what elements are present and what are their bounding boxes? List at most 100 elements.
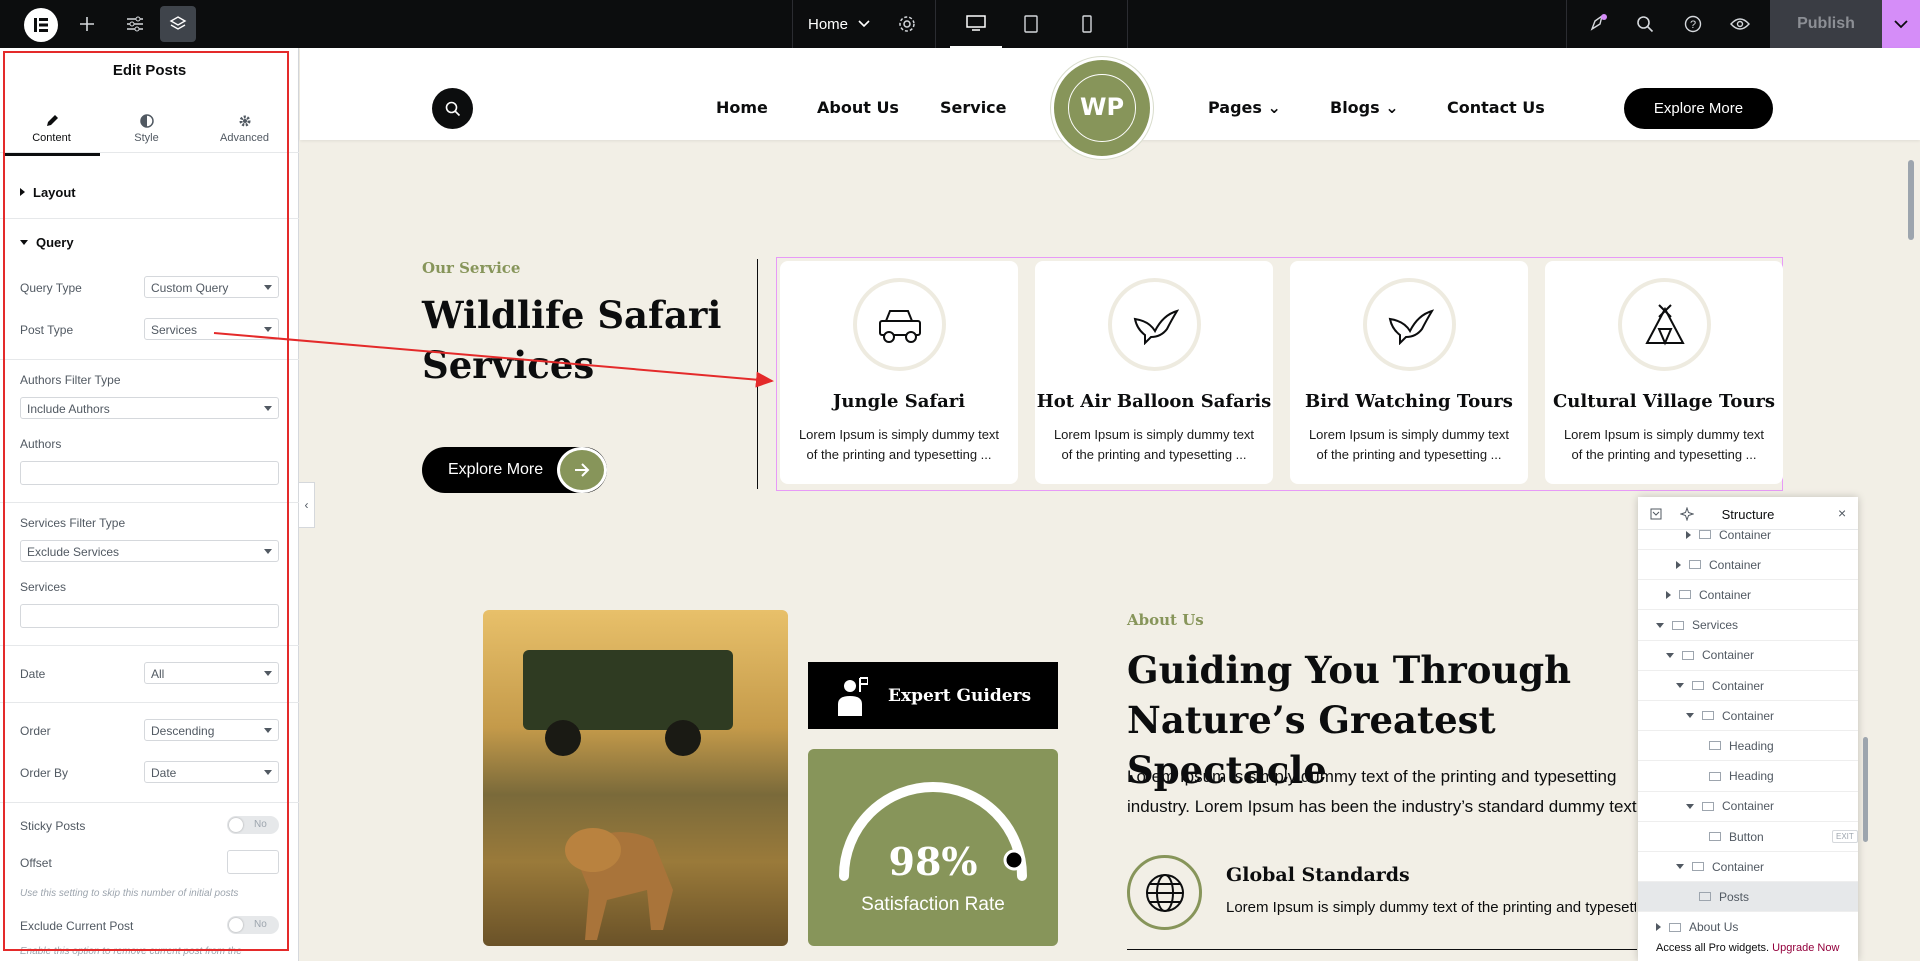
structure-item-container[interactable]: Container	[1638, 530, 1858, 550]
add-element-icon[interactable]	[72, 0, 102, 48]
publish-options-chevron-icon[interactable]	[1882, 0, 1920, 48]
structure-item-heading[interactable]: Heading	[1638, 762, 1858, 792]
help-icon[interactable]: ?	[1678, 0, 1708, 48]
tablet-device-icon[interactable]	[1006, 0, 1056, 48]
tab-content-label: Content	[32, 132, 71, 144]
exclude-current-post-toggle[interactable]: No	[227, 916, 279, 934]
posts-icon	[1699, 892, 1711, 902]
nav-contact[interactable]: Contact Us	[1447, 98, 1545, 117]
feature-description: Lorem Ipsum is simply dummy text of the …	[1226, 899, 1636, 916]
caret-down-icon	[1676, 864, 1684, 870]
nav-about[interactable]: About Us	[817, 98, 899, 117]
services-input[interactable]	[20, 604, 279, 628]
notifications-rocket-icon[interactable]	[1582, 0, 1612, 48]
elementor-logo-icon[interactable]	[24, 8, 58, 42]
post-type-select[interactable]: Services	[144, 318, 279, 340]
section-query[interactable]: Query	[20, 235, 74, 250]
service-card[interactable]: Bird Watching Tours Lorem Ipsum is simpl…	[1290, 261, 1528, 484]
caret-right-icon	[1686, 530, 1691, 539]
pencil-icon	[3, 106, 100, 128]
globe-icon	[1127, 855, 1202, 930]
desktop-device-icon[interactable]	[950, 0, 1002, 48]
site-search-icon[interactable]	[432, 88, 473, 129]
tab-advanced-label: Advanced	[220, 132, 269, 144]
caret-down-icon	[1656, 622, 1664, 628]
structure-item-posts[interactable]: Posts	[1638, 882, 1858, 913]
structure-item-label: Container	[1702, 648, 1755, 663]
structure-item-about-us[interactable]: About Us	[1638, 913, 1858, 935]
structure-item-container[interactable]: Container	[1638, 671, 1858, 701]
about-description: Lorem Ipsum is simply dummy text of the …	[1127, 767, 1637, 816]
structure-item-container[interactable]: Container	[1638, 701, 1858, 732]
bird-icon	[1363, 278, 1456, 371]
page-selector[interactable]: Home	[808, 0, 878, 48]
nav-pages[interactable]: Pages ⌄	[1208, 98, 1281, 117]
authors-input[interactable]	[20, 461, 279, 485]
gear-icon	[196, 106, 293, 128]
service-card[interactable]: Hot Air Balloon Safaris Lorem Ipsum is s…	[1035, 261, 1273, 484]
preview-eye-icon[interactable]	[1725, 0, 1755, 48]
structure-scrollbar[interactable]	[1863, 737, 1868, 842]
nav-service[interactable]: Service	[940, 98, 1007, 117]
structure-header: Structure ×	[1638, 497, 1858, 530]
edit-panel: Edit Posts Content Style Advanced Layout…	[0, 48, 299, 961]
nav-explore-button[interactable]: Explore More	[1624, 88, 1773, 129]
structure-item-heading[interactable]: Heading	[1638, 731, 1858, 762]
order-select[interactable]: Descending	[144, 719, 279, 741]
structure-item-container[interactable]: Container	[1638, 792, 1858, 822]
structure-item-container[interactable]: Container	[1638, 580, 1858, 611]
date-label: Date	[20, 667, 46, 681]
tab-advanced[interactable]: Advanced	[196, 106, 293, 156]
mobile-device-icon[interactable]	[1062, 0, 1112, 48]
site-settings-icon[interactable]	[120, 0, 150, 48]
collapse-panel-chevron-icon[interactable]: ‹	[299, 482, 315, 528]
close-icon[interactable]: ×	[1838, 505, 1846, 521]
upgrade-now-link[interactable]: Upgrade Now	[1772, 942, 1839, 954]
service-card[interactable]: Cultural Village Tours Lorem Ipsum is si…	[1545, 261, 1783, 484]
structure-panel: Structure × Container Container Container S…	[1638, 497, 1868, 961]
svg-text:?: ?	[1690, 19, 1696, 31]
section-layout[interactable]: Layout	[20, 185, 76, 200]
service-card-title: Bird Watching Tours	[1305, 391, 1513, 412]
query-type-select[interactable]: Custom Query	[144, 276, 279, 298]
arrow-right-icon[interactable]	[557, 447, 607, 493]
chevron-down-icon: ⌄	[1385, 98, 1399, 117]
publish-button[interactable]: Publish	[1770, 0, 1882, 48]
structure-title: Structure	[1721, 507, 1775, 522]
structure-item-button[interactable]: Button EXIT	[1638, 822, 1858, 852]
caret-down-icon	[1676, 683, 1684, 688]
authors-filter-type-select[interactable]: Include Authors	[20, 397, 279, 419]
nav-home[interactable]: Home	[716, 98, 768, 117]
structure-layers-icon[interactable]	[160, 6, 196, 42]
divider	[757, 259, 758, 489]
container-icon	[1672, 620, 1684, 630]
caret-right-icon	[1666, 590, 1671, 599]
site-logo[interactable]: WP	[1051, 57, 1153, 159]
page-settings-gear-icon[interactable]	[892, 0, 922, 48]
guide-person-icon	[838, 677, 868, 716]
structure-item-container[interactable]: Container	[1638, 852, 1858, 883]
caret-right-icon	[20, 188, 25, 196]
structure-item-services[interactable]: Services	[1638, 611, 1858, 641]
sticky-posts-toggle[interactable]: No	[227, 816, 279, 834]
nav-blogs[interactable]: Blogs ⌄	[1330, 98, 1399, 117]
order-by-select[interactable]: Date	[144, 761, 279, 783]
structure-item-container[interactable]: Container	[1638, 550, 1858, 581]
structure-item-label: Container	[1722, 708, 1775, 723]
container-icon	[1669, 922, 1681, 932]
page-scrollbar[interactable]	[1908, 160, 1914, 240]
services-filter-type-select[interactable]: Exclude Services	[20, 540, 279, 562]
structure-item-label: Heading	[1729, 738, 1774, 753]
tab-content[interactable]: Content	[3, 106, 100, 156]
query-type-label: Query Type	[20, 281, 82, 295]
service-card-title: Cultural Village Tours	[1552, 391, 1776, 412]
service-card[interactable]: Jungle Safari Lorem Ipsum is simply dumm…	[780, 261, 1018, 484]
heading-icon	[1709, 741, 1721, 751]
date-select[interactable]: All	[144, 662, 279, 684]
caret-down-icon	[1666, 652, 1674, 658]
tent-icon	[1618, 278, 1711, 371]
structure-item-container[interactable]: Container	[1638, 641, 1858, 671]
offset-input[interactable]	[227, 850, 279, 874]
tab-style[interactable]: Style	[98, 106, 195, 156]
search-icon[interactable]	[1630, 0, 1660, 48]
